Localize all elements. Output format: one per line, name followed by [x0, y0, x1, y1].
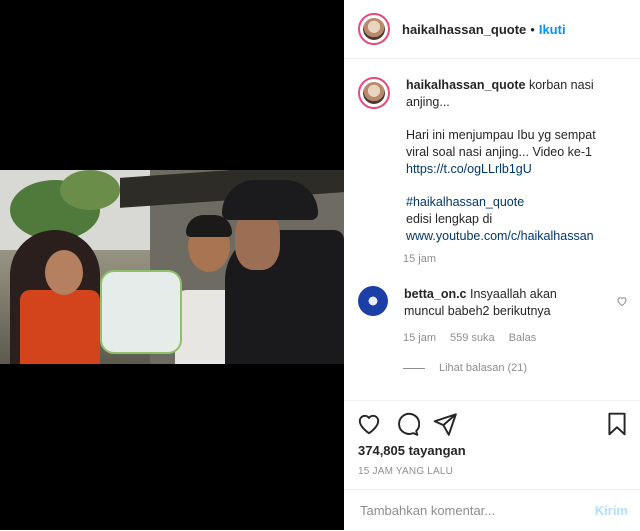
post-comment-button[interactable]: Kirim — [595, 503, 628, 518]
profile-avatar[interactable] — [358, 13, 390, 45]
caption-link[interactable]: https://t.co/ogLLrlb1gU — [406, 162, 532, 176]
comment-heart-icon[interactable] — [616, 295, 628, 307]
video-frame[interactable] — [0, 170, 344, 364]
reply-button[interactable]: Balas — [509, 332, 537, 344]
comment-time: 15 jam — [403, 332, 437, 344]
comment-item: betta_on.c Insyaallah akan muncul babeh2… — [358, 286, 628, 320]
caption-username[interactable]: haikalhassan_quote — [406, 78, 526, 92]
heart-icon[interactable] — [356, 411, 382, 437]
header-username[interactable]: haikalhassan_quote — [402, 22, 526, 37]
caption-hashtag[interactable]: #haikalhassan_quote — [406, 195, 524, 209]
comment-avatar[interactable] — [358, 286, 388, 316]
post-time: 15 JAM YANG LALU — [358, 466, 454, 477]
follow-button[interactable]: Ikuti — [539, 22, 566, 37]
comments-section[interactable]: haikalhassan_quote korban nasi anjing...… — [344, 59, 640, 399]
comment-likes[interactable]: 559 suka — [450, 332, 495, 344]
header-separator: • — [530, 21, 535, 37]
replies-divider — [403, 367, 425, 369]
video-player[interactable] — [0, 0, 344, 530]
view-count[interactable]: 374,805 tayangan — [358, 443, 466, 458]
caption-time: 15 jam — [403, 253, 437, 265]
comment-icon[interactable] — [394, 411, 420, 437]
youtube-link[interactable]: www.youtube.com/c/haikalhassan — [406, 229, 594, 243]
caption-avatar[interactable] — [358, 77, 390, 109]
view-replies-label[interactable]: Lihat balasan (21) — [439, 362, 527, 374]
comment-meta: 15 jam 559 suka Balas — [403, 332, 536, 344]
caption-edisi-text: edisi lengkap di — [406, 212, 493, 226]
caption: haikalhassan_quote korban nasi anjing...… — [358, 77, 618, 261]
caption-line2: Hari ini menjumpau Ibu yg sempat viral s… — [406, 128, 596, 159]
post-header: haikalhassan_quote • Ikuti — [344, 0, 640, 59]
comment-username[interactable]: betta_on.c — [404, 287, 467, 301]
paper-plane-icon[interactable] — [432, 411, 458, 437]
view-replies[interactable]: Lihat balasan (21) — [403, 362, 527, 374]
action-bar: 374,805 tayangan 15 JAM YANG LALU — [344, 400, 640, 489]
comment-input[interactable] — [358, 502, 582, 519]
bookmark-icon[interactable] — [604, 411, 630, 437]
add-comment-bar: Kirim — [344, 489, 640, 531]
